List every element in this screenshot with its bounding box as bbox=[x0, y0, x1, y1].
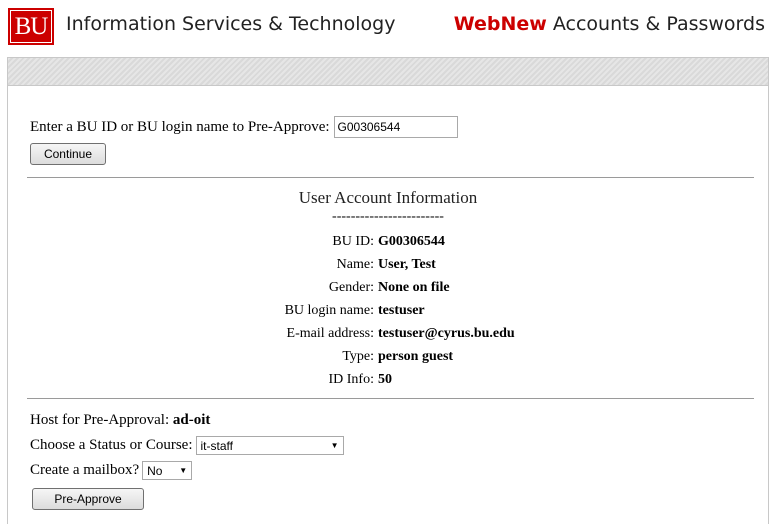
status-label: Choose a Status or Course: bbox=[30, 437, 193, 453]
mailbox-row: Create a mailbox? No ▼ bbox=[30, 461, 193, 480]
mailbox-label: Create a mailbox? bbox=[30, 462, 140, 478]
chevron-down-icon: ▼ bbox=[330, 441, 339, 450]
chevron-down-icon: ▼ bbox=[179, 466, 188, 475]
page-header: BU Information Services & Technology Web… bbox=[0, 0, 775, 56]
main-content: Enter a BU ID or BU login name to Pre-Ap… bbox=[7, 86, 769, 524]
bu-logo[interactable]: BU bbox=[8, 8, 54, 45]
host-row: Host for Pre-Approval: ad-oit bbox=[30, 412, 210, 429]
info-value: 50 bbox=[378, 372, 392, 387]
divider-bottom bbox=[27, 398, 754, 399]
mailbox-selected-value: No bbox=[147, 463, 163, 478]
app-section: Accounts & Passwords bbox=[552, 13, 765, 35]
info-label: BU ID: bbox=[332, 234, 374, 249]
account-info-title: User Account Information bbox=[298, 188, 478, 207]
info-value: testuser bbox=[378, 303, 425, 318]
org-title: Information Services & Technology bbox=[66, 13, 396, 35]
pre-approve-button[interactable]: Pre-Approve bbox=[32, 488, 144, 510]
info-label: BU login name: bbox=[284, 303, 374, 318]
info-value: person guest bbox=[378, 349, 454, 364]
divider-top bbox=[27, 177, 754, 178]
info-value: testuser@cyrus.bu.edu bbox=[378, 326, 515, 341]
status-selected-value: it-staff bbox=[200, 438, 233, 453]
info-label: ID Info: bbox=[328, 372, 375, 387]
lookup-prompt: Enter a BU ID or BU login name to Pre-Ap… bbox=[30, 118, 330, 135]
info-label: Name: bbox=[336, 257, 374, 272]
info-label: E-mail address: bbox=[286, 326, 374, 341]
info-label: Type: bbox=[342, 349, 374, 364]
bu-id-input[interactable] bbox=[333, 116, 458, 138]
host-value: ad-oit bbox=[172, 412, 211, 428]
app-brand[interactable]: WebNew bbox=[454, 13, 547, 35]
status-row: Choose a Status or Course: it-staff ▼ bbox=[30, 436, 344, 455]
account-info-divider: ------------------------ bbox=[332, 209, 444, 224]
app-title: WebNew Accounts & Passwords bbox=[454, 13, 765, 35]
info-value: User, Test bbox=[378, 257, 436, 272]
host-label: Host for Pre-Approval: bbox=[30, 412, 170, 428]
lookup-row: Enter a BU ID or BU login name to Pre-Ap… bbox=[30, 116, 458, 138]
continue-button[interactable]: Continue bbox=[30, 143, 106, 165]
info-value: None on file bbox=[378, 280, 450, 295]
info-label: Gender: bbox=[328, 280, 374, 295]
navigation-bar bbox=[7, 57, 769, 86]
mailbox-select[interactable]: No ▼ bbox=[142, 461, 193, 480]
info-value: G00306544 bbox=[378, 234, 445, 249]
status-select[interactable]: it-staff ▼ bbox=[195, 436, 344, 455]
